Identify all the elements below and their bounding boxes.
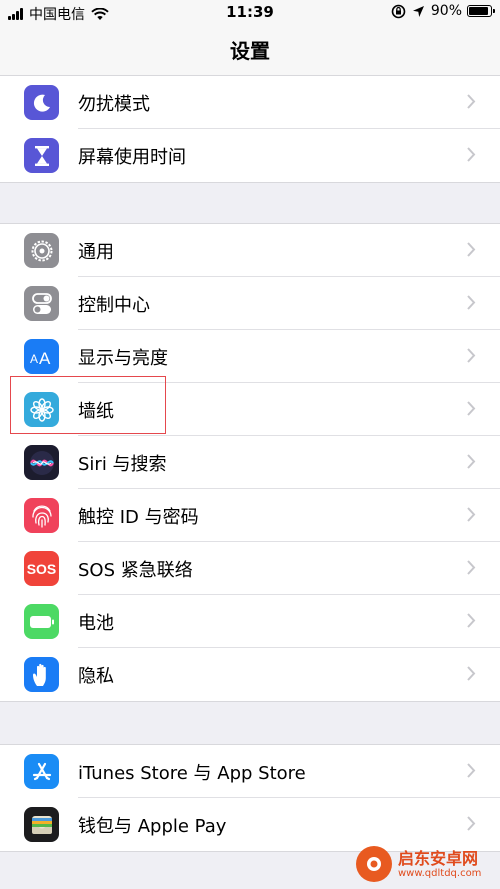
nav-bar: 设置 (0, 26, 500, 78)
row-label: 控制中心 (78, 294, 150, 316)
settings-group-3: iTunes Store 与 App Store 钱包与 Apple Pay (0, 744, 500, 852)
battery-icon (467, 5, 495, 17)
settings-group-2: 通用 控制中心 A A 显示与亮度 墙纸 Siri 与搜索 触控 ID 与密码 … (0, 223, 500, 702)
row-label: SOS 紧急联络 (78, 559, 193, 581)
svg-text:A: A (30, 352, 38, 366)
siri-icon (24, 445, 59, 480)
settings-row-general[interactable]: 通用 (0, 224, 500, 277)
row-label: 勿扰模式 (78, 93, 150, 115)
row-label: 通用 (78, 241, 114, 263)
chevron-right-icon (467, 560, 476, 575)
page-title: 设置 (230, 39, 270, 63)
row-label: 电池 (78, 612, 114, 634)
chevron-right-icon (467, 507, 476, 522)
watermark-url: www.qdltdq.com (398, 867, 482, 879)
battery-percent: 90% (430, 3, 462, 19)
watermark-logo-icon (356, 846, 392, 882)
row-label: Siri 与搜索 (78, 453, 167, 475)
chevron-right-icon (467, 348, 476, 363)
wallpaper-highlight-box (10, 376, 166, 434)
gear-icon (24, 233, 59, 268)
watermark-brand: 启东安卓网 (398, 848, 479, 868)
toggles-icon (24, 286, 59, 321)
battery-fill (469, 7, 488, 15)
row-label: iTunes Store 与 App Store (78, 762, 306, 784)
chevron-right-icon (467, 401, 476, 416)
row-label: 钱包与 Apple Pay (78, 815, 227, 837)
status-right: 90% (391, 3, 495, 19)
settings-row-screen-time[interactable]: 屏幕使用时间 (0, 129, 500, 182)
chevron-right-icon (467, 147, 476, 162)
row-label: 隐私 (78, 665, 114, 687)
chevron-right-icon (467, 763, 476, 778)
fingerprint-icon (24, 498, 59, 533)
location-icon (412, 5, 424, 17)
settings-row-touch-id[interactable]: 触控 ID 与密码 (0, 489, 500, 542)
chevron-right-icon (467, 242, 476, 257)
settings-row-siri-search[interactable]: Siri 与搜索 (0, 436, 500, 489)
status-bar: 中国电信 11:39 90% (0, 0, 500, 26)
settings-row-do-not-disturb[interactable]: 勿扰模式 (0, 76, 500, 129)
rotation-lock-icon (391, 4, 406, 18)
settings-row-privacy[interactable]: 隐私 (0, 648, 500, 701)
row-label: 触控 ID 与密码 (78, 506, 199, 528)
chevron-right-icon (467, 666, 476, 681)
battery-icon (24, 604, 59, 639)
sos-icon: SOS (24, 551, 59, 586)
settings-row-itunes-app-store[interactable]: iTunes Store 与 App Store (0, 745, 500, 798)
watermark: 启东安卓网 www.qdltdq.com (356, 843, 496, 885)
chevron-right-icon (467, 295, 476, 310)
settings-group-1: 勿扰模式 屏幕使用时间 (0, 75, 500, 183)
hourglass-icon (24, 138, 59, 173)
chevron-right-icon (467, 816, 476, 831)
svg-text:A: A (39, 349, 51, 367)
moon-icon (24, 85, 59, 120)
hand-icon (24, 657, 59, 692)
chevron-right-icon (467, 454, 476, 469)
chevron-right-icon (467, 94, 476, 109)
text-size-icon: A A (24, 339, 59, 374)
settings-row-control-center[interactable]: 控制中心 (0, 277, 500, 330)
row-label: 显示与亮度 (78, 347, 168, 369)
row-label: 屏幕使用时间 (78, 146, 186, 168)
sos-icon-text: SOS (26, 560, 57, 577)
settings-row-battery[interactable]: 电池 (0, 595, 500, 648)
app-store-icon (24, 754, 59, 789)
chevron-right-icon (467, 613, 476, 628)
settings-row-emergency-sos[interactable]: SOS SOS 紧急联络 (0, 542, 500, 595)
wallet-icon (24, 807, 59, 842)
